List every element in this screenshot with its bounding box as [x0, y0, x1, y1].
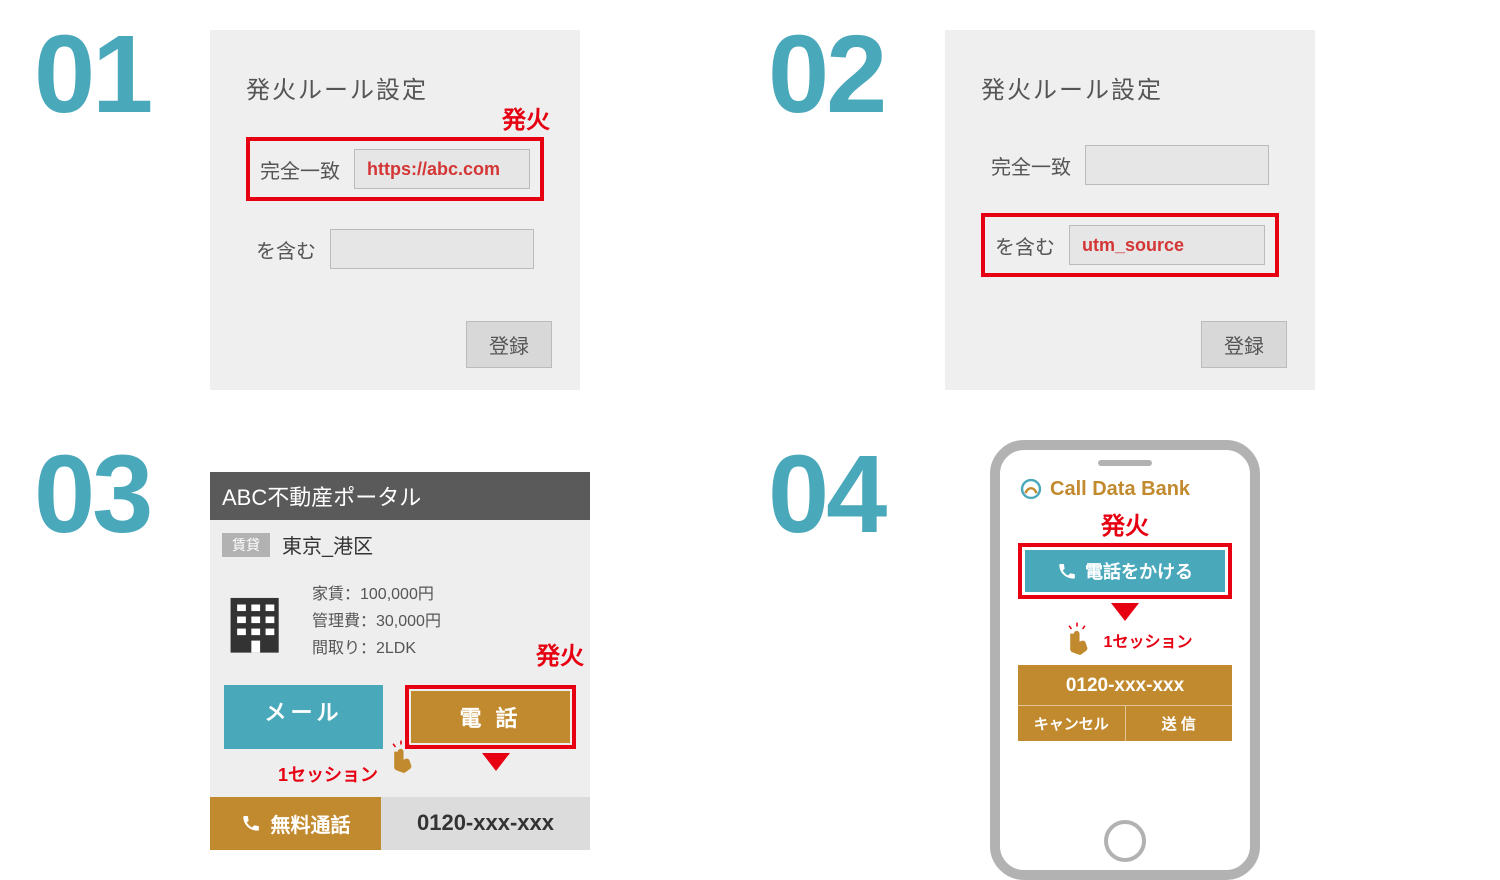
- portal-call-bar: 無料通話 0120-xxx-xxx: [210, 797, 590, 850]
- free-call-button[interactable]: 無料通話: [210, 797, 381, 850]
- phone-number: 0120-xxx-xxx: [1018, 675, 1232, 697]
- brand-icon: [1018, 476, 1044, 502]
- contains-input[interactable]: utm_source: [1069, 225, 1265, 265]
- cancel-button[interactable]: キャンセル: [1018, 706, 1126, 741]
- rule-contains-row: を含む utm_source: [981, 213, 1279, 277]
- exact-label: 完全一致: [991, 151, 1071, 180]
- contains-input[interactable]: [330, 229, 534, 269]
- rule-exact-row: 完全一致: [981, 137, 1279, 193]
- contains-label: を含む: [256, 235, 316, 264]
- phone-icon: [241, 813, 261, 833]
- call-button[interactable]: 電話をかける: [1025, 550, 1225, 592]
- mail-button[interactable]: メール: [224, 685, 383, 749]
- session-row: 1セッション: [1018, 621, 1232, 659]
- spec-fee: 管理費：30,000円: [312, 608, 441, 635]
- contains-label: を含む: [995, 231, 1055, 260]
- step-number-02: 02: [768, 20, 884, 130]
- exact-input[interactable]: https://abc.com: [354, 149, 530, 189]
- down-arrow-icon: [1111, 603, 1139, 621]
- portal-details: 家賃：100,000円 管理費：30,000円 間取り：2LDK 発火: [210, 569, 590, 675]
- tap-icon: [1058, 621, 1096, 659]
- fire-label: 発火: [536, 636, 584, 671]
- rule-contains-row: を含む: [246, 221, 544, 277]
- brand-text: Call Data Bank: [1050, 478, 1190, 501]
- exact-label: 完全一致: [260, 155, 340, 184]
- tel-button[interactable]: 電 話: [411, 691, 570, 743]
- rule-exact-row: 完全一致 https://abc.com: [246, 137, 544, 201]
- panel-step-01: 発火ルール設定 発火 完全一致 https://abc.com を含む 登録: [210, 30, 580, 390]
- rental-tag: 賃貸: [222, 533, 270, 557]
- step-number-01: 01: [34, 20, 150, 130]
- portal-title: ABC不動産ポータル: [210, 472, 590, 520]
- portal-subheader: 賃貸 東京_港区: [210, 520, 590, 569]
- session-note: 1セッション: [1104, 628, 1193, 652]
- phone-mock: Call Data Bank 発火 電話をかける 1セッション 0120-xxx…: [990, 440, 1260, 880]
- panel-title: 発火ルール設定: [246, 70, 544, 105]
- area-text: 東京_港区: [282, 530, 373, 559]
- panel-title: 発火ルール設定: [981, 70, 1279, 105]
- building-icon: [224, 587, 294, 657]
- step-number-03: 03: [34, 440, 150, 550]
- step-number-04: 04: [768, 440, 884, 550]
- exact-input[interactable]: [1085, 145, 1269, 185]
- portal-card: ABC不動産ポータル 賃貸 東京_港区 家賃：100,000円 管理費：30,0…: [210, 472, 590, 850]
- panel-step-02: 発火ルール設定 完全一致 を含む utm_source 登録: [945, 30, 1315, 390]
- send-button[interactable]: 送 信: [1126, 706, 1233, 741]
- fire-label: 発火: [502, 100, 550, 135]
- number-box: 0120-xxx-xxx キャンセル 送 信: [1018, 665, 1232, 741]
- fire-label: 発火: [1018, 506, 1232, 541]
- call-button-label: 電話をかける: [1085, 558, 1193, 584]
- free-call-label: 無料通話: [271, 809, 351, 838]
- phone-icon: [1057, 561, 1077, 581]
- register-button[interactable]: 登録: [466, 321, 552, 368]
- spec-rent: 家賃：100,000円: [312, 581, 441, 608]
- brand-logo: Call Data Bank: [1018, 476, 1232, 502]
- phone-number: 0120-xxx-xxx: [381, 797, 590, 850]
- spec-layout: 間取り：2LDK: [312, 635, 441, 662]
- tap-icon: [382, 739, 420, 777]
- down-arrow-icon: [482, 753, 510, 771]
- register-button[interactable]: 登録: [1201, 321, 1287, 368]
- session-note: 1セッション: [278, 761, 378, 787]
